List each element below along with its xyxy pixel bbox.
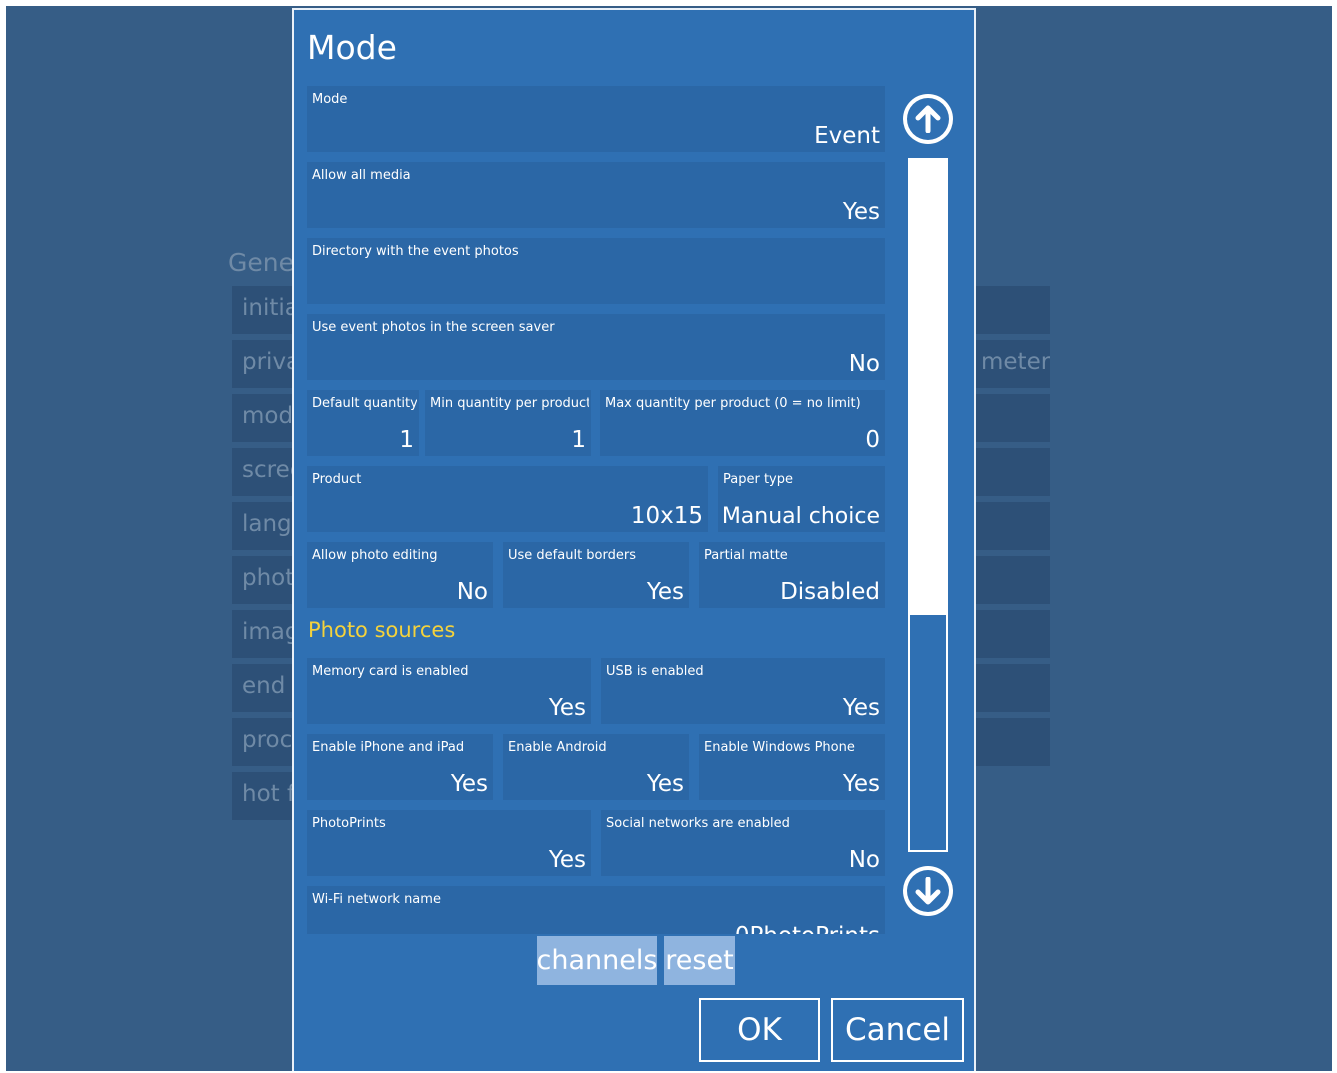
field-label: Wi-Fi network name xyxy=(312,892,441,907)
field-label: Use event photos in the screen saver xyxy=(312,320,555,335)
paper-type-field[interactable]: Paper type Manual choice xyxy=(718,466,885,532)
field-label: Max quantity per product (0 = no limit) xyxy=(605,396,861,411)
min-quantity-field[interactable]: Min quantity per product 1 xyxy=(425,390,591,456)
event-photos-screensaver-field[interactable]: Use event photos in the screen saver No xyxy=(307,314,885,380)
android-field[interactable]: Enable Android Yes xyxy=(503,734,689,800)
field-value: Yes xyxy=(646,579,684,605)
field-value: No xyxy=(456,579,488,605)
field-value: Disabled xyxy=(780,579,880,605)
field-label: Enable Windows Phone xyxy=(704,740,855,755)
field-value: Yes xyxy=(842,199,880,225)
event-photos-directory-field[interactable]: Directory with the event photos xyxy=(307,238,885,304)
photoprints-field[interactable]: PhotoPrints Yes xyxy=(307,810,591,876)
field-label: PhotoPrints xyxy=(312,816,386,831)
max-quantity-field[interactable]: Max quantity per product (0 = no limit) … xyxy=(600,390,885,456)
field-value: 0PhotoPrints xyxy=(735,923,880,934)
photo-sources-header: Photo sources xyxy=(308,618,456,642)
windows-phone-field[interactable]: Enable Windows Phone Yes xyxy=(699,734,885,800)
channels-button[interactable]: channels xyxy=(537,936,657,985)
use-default-borders-field[interactable]: Use default borders Yes xyxy=(503,542,689,608)
ok-button[interactable]: OK xyxy=(699,998,820,1062)
usb-field[interactable]: USB is enabled Yes xyxy=(601,658,885,724)
scroll-down-button[interactable] xyxy=(903,866,953,916)
field-label: Mode xyxy=(312,92,348,107)
field-label: Enable Android xyxy=(508,740,607,755)
allow-all-media-field[interactable]: Allow all media Yes xyxy=(307,162,885,228)
field-value: 1 xyxy=(571,427,586,453)
field-value: Manual choice xyxy=(721,504,880,529)
field-label: Min quantity per product xyxy=(430,396,589,411)
field-value: 10x15 xyxy=(630,503,703,529)
field-value: Yes xyxy=(548,847,586,873)
allow-photo-editing-field[interactable]: Allow photo editing No xyxy=(307,542,493,608)
arrow-down-circle-icon xyxy=(907,870,949,912)
field-label: Allow photo editing xyxy=(312,548,438,563)
scrollbar-track[interactable] xyxy=(908,158,948,852)
field-value: No xyxy=(848,351,880,377)
dialog-title: Mode xyxy=(307,28,397,67)
field-value: Yes xyxy=(842,771,880,797)
settings-scroll-area[interactable]: Mode Event Allow all media Yes Directory… xyxy=(307,86,887,934)
field-value: No xyxy=(848,847,880,873)
scroll-up-button[interactable] xyxy=(903,94,953,144)
field-value: Yes xyxy=(548,695,586,721)
field-label: Memory card is enabled xyxy=(312,664,469,679)
field-label: Partial matte xyxy=(704,548,788,563)
mode-field[interactable]: Mode Event xyxy=(307,86,885,152)
field-value: Yes xyxy=(450,771,488,797)
field-label: USB is enabled xyxy=(606,664,704,679)
field-label: Default quantity xyxy=(312,396,417,411)
scrollbar-thumb[interactable] xyxy=(910,160,946,616)
product-field[interactable]: Product 10x15 xyxy=(307,466,708,532)
field-value: 1 xyxy=(399,427,414,453)
field-label: Use default borders xyxy=(508,548,636,563)
field-value: Event xyxy=(814,123,880,149)
field-label: Paper type xyxy=(723,472,793,487)
field-label: Allow all media xyxy=(312,168,411,183)
arrow-up-circle-icon xyxy=(907,98,949,140)
partial-matte-field[interactable]: Partial matte Disabled xyxy=(699,542,885,608)
field-label: Enable iPhone and iPad xyxy=(312,740,465,755)
iphone-ipad-field[interactable]: Enable iPhone and iPad Yes xyxy=(307,734,493,800)
field-value: Yes xyxy=(646,771,684,797)
field-value: Yes xyxy=(842,695,880,721)
social-networks-field[interactable]: Social networks are enabled No xyxy=(601,810,885,876)
field-label: Product xyxy=(312,472,362,487)
wifi-network-name-field[interactable]: Wi-Fi network name 0PhotoPrints xyxy=(307,886,885,934)
memory-card-field[interactable]: Memory card is enabled Yes xyxy=(307,658,591,724)
cancel-button[interactable]: Cancel xyxy=(831,998,964,1062)
mode-dialog: Mode Mode Event Allow all media Yes Dire… xyxy=(292,8,976,1071)
field-label: Social networks are enabled xyxy=(606,816,790,831)
reset-button[interactable]: reset xyxy=(664,936,735,985)
field-value: 0 xyxy=(865,427,880,453)
field-label: Directory with the event photos xyxy=(312,244,519,259)
default-quantity-field[interactable]: Default quantity 1 xyxy=(307,390,419,456)
